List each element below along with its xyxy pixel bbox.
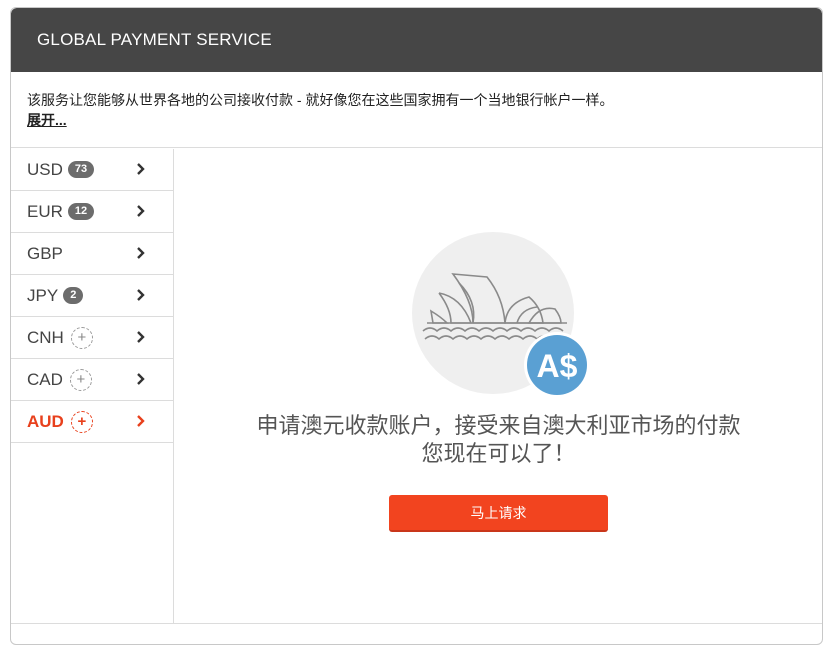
footer-divider <box>11 623 822 624</box>
currency-code: GBP <box>27 243 63 263</box>
currency-sidebar: USD 73 EUR 12 GBP JPY 2 CNH + CAD + AUD … <box>11 149 174 623</box>
add-icon[interactable]: + <box>70 326 93 349</box>
promo-line-2: 您现在可以了！ <box>421 442 576 467</box>
currency-code: JPY <box>27 285 59 305</box>
chevron-right-icon <box>137 415 145 427</box>
currency-code: AUD <box>27 411 64 431</box>
sidebar-item-cnh[interactable]: CNH + <box>11 317 173 359</box>
currency-code: USD <box>27 159 63 179</box>
chevron-right-icon <box>137 205 145 217</box>
count-badge: 12 <box>67 203 95 220</box>
sidebar-item-gbp[interactable]: GBP <box>11 233 173 275</box>
promo-line-1: 申请澳元收款账户，接受来自澳大利亚市场的付款 <box>256 414 741 439</box>
promo-message: 申请澳元收款账户，接受来自澳大利亚市场的付款 您现在可以了！ <box>175 413 822 469</box>
global-payment-panel: GLOBAL PAYMENT SERVICE 该服务让您能够从世界各地的公司接收… <box>10 7 823 645</box>
count-badge: 2 <box>63 287 84 304</box>
sidebar-item-usd[interactable]: USD 73 <box>11 149 173 191</box>
sidebar-item-aud[interactable]: AUD + <box>11 401 173 443</box>
main-area: USD 73 EUR 12 GBP JPY 2 CNH + CAD + AUD … <box>11 149 822 623</box>
chevron-right-icon <box>137 289 145 301</box>
currency-detail: A$ 申请澳元收款账户，接受来自澳大利亚市场的付款 您现在可以了！ 马上请求 <box>175 149 822 623</box>
sidebar-item-eur[interactable]: EUR 12 <box>11 191 173 233</box>
add-icon[interactable]: + <box>69 368 92 391</box>
chevron-right-icon <box>137 247 145 259</box>
aud-symbol: A$ <box>537 348 578 384</box>
chevron-right-icon <box>137 331 145 343</box>
intro-text: 该服务让您能够从世界各地的公司接收付款 - 就好像您在这些国家拥有一个当地银行帐… <box>27 92 614 108</box>
sidebar-item-cad[interactable]: CAD + <box>11 359 173 401</box>
chevron-right-icon <box>137 373 145 385</box>
add-icon[interactable]: + <box>70 410 93 433</box>
panel-title: GLOBAL PAYMENT SERVICE <box>37 30 272 49</box>
currency-code: EUR <box>27 201 63 221</box>
sidebar-item-jpy[interactable]: JPY 2 <box>11 275 173 317</box>
panel-header: GLOBAL PAYMENT SERVICE <box>11 8 822 72</box>
count-badge: 73 <box>67 161 95 178</box>
request-now-button[interactable]: 马上请求 <box>389 495 608 532</box>
sydney-opera-house-illustration: A$ <box>412 232 590 398</box>
expand-link[interactable]: 展开... <box>27 112 67 128</box>
currency-code: CAD <box>27 369 63 389</box>
currency-code: CNH <box>27 327 64 347</box>
chevron-right-icon <box>137 163 145 175</box>
intro-section: 该服务让您能够从世界各地的公司接收付款 - 就好像您在这些国家拥有一个当地银行帐… <box>11 72 822 148</box>
